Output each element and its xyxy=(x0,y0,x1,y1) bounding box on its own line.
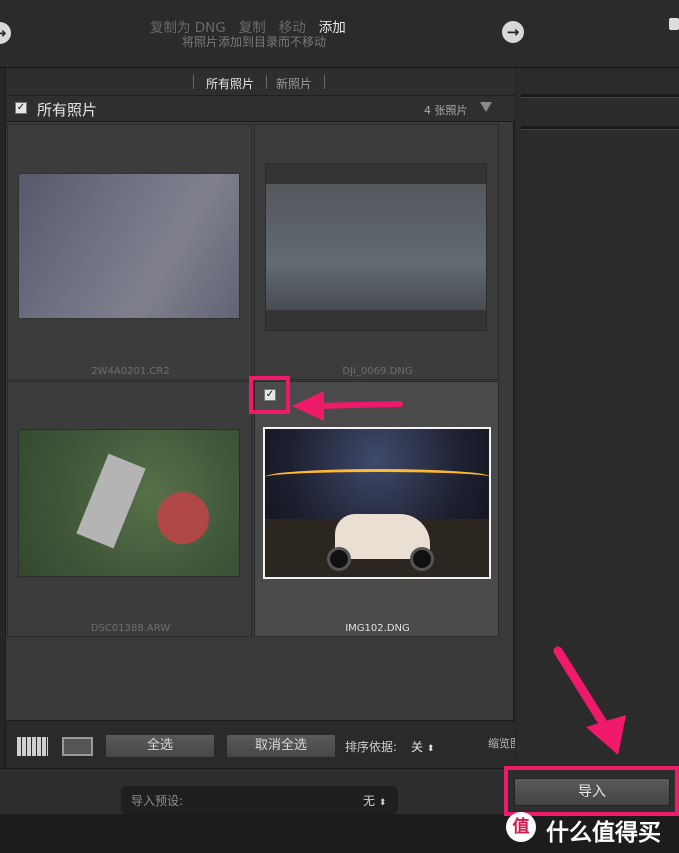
sort-chevron-icon: ⬍ xyxy=(426,744,435,754)
grid-title: 所有照片 xyxy=(37,101,98,119)
grid-header: ✓ 所有照片 4 张照片 xyxy=(6,96,515,122)
photo-cell[interactable]: 2W4A0201.CR2 xyxy=(7,124,252,380)
select-all-button[interactable]: 全选 xyxy=(105,734,215,758)
import-preset-selector[interactable]: 导入预设: 无 ⬍ xyxy=(121,786,398,814)
photo-filename: DJI_0069.DNG xyxy=(342,366,413,377)
tab-new-photos[interactable]: 新照片 xyxy=(276,75,312,92)
panel-divider xyxy=(521,94,679,98)
sort-label: 排序依据: xyxy=(345,740,398,754)
nav-forward-arrow-icon[interactable]: → xyxy=(502,21,524,43)
photo-thumbnail xyxy=(18,173,240,319)
grid-view-icon[interactable] xyxy=(17,737,48,756)
photo-cell[interactable]: DSC01388.ARW xyxy=(7,381,252,637)
tab-all-photos[interactable]: 所有照片 xyxy=(206,75,254,92)
photo-grid-panel: 所有照片 新照片 ✓ 所有照片 4 张照片 2W4A0201.CR2 DJI_0… xyxy=(5,68,515,768)
scooter-wheel xyxy=(327,547,351,571)
preset-value: 无 xyxy=(363,794,376,808)
sort-value: 关 xyxy=(411,740,424,754)
loupe-view-icon[interactable] xyxy=(62,737,93,756)
top-bar: → 复制为 DNG复制移动添加 将照片添加到目录而不移动 → xyxy=(0,0,679,68)
photo-count: 4 张照片 xyxy=(424,104,468,117)
deselect-all-button[interactable]: 取消全选 xyxy=(226,734,336,758)
tab-divider xyxy=(324,75,325,89)
photo-filename: DSC01388.ARW xyxy=(90,623,171,634)
photo-thumbnail xyxy=(263,427,491,579)
card-in-photo xyxy=(76,453,146,549)
thumbnail-size-label: 缩览图 xyxy=(488,737,515,750)
preset-label: 导入预设: xyxy=(131,794,184,808)
mode-description: 将照片添加到目录而不移动 xyxy=(182,35,327,49)
import-highlight-box xyxy=(504,766,679,816)
select-all-checkbox[interactable]: ✓ xyxy=(15,102,27,114)
nav-back-arrow-icon[interactable]: → xyxy=(0,22,11,44)
preset-chevron-icon: ⬍ xyxy=(378,798,387,808)
photo-filename: 2W4A0201.CR2 xyxy=(91,366,170,377)
photo-cell[interactable]: DJI_0069.DNG xyxy=(254,124,499,380)
import-mode-selector: 复制为 DNG 复制 移动 添加 xyxy=(150,16,450,36)
watermark-badge: 值 xyxy=(506,812,536,842)
panel-divider xyxy=(521,126,679,130)
photo-thumbnail xyxy=(18,429,240,577)
tab-divider xyxy=(266,75,267,89)
grid-toolbar: 全选 取消全选 排序依据: 关 ⬍ 缩览图 xyxy=(6,720,515,768)
light-trail xyxy=(265,469,489,485)
panel-toggle-icon[interactable] xyxy=(669,18,679,30)
preset-value-group: 无 ⬍ xyxy=(363,792,386,809)
scooter-wheel xyxy=(410,547,434,571)
sort-dropdown[interactable]: 关 ⬍ xyxy=(411,738,434,755)
pointer-arrow-icon xyxy=(292,391,403,421)
tab-divider xyxy=(193,75,194,89)
watermark-text: 什么值得买 xyxy=(546,820,661,846)
photo-thumbnail xyxy=(265,163,487,331)
watermark-logo: 值 什么值得买 xyxy=(506,812,679,846)
pointer-arrow-icon xyxy=(553,646,626,755)
grid-filter-tabs: 所有照片 新照片 xyxy=(6,68,515,96)
logo-in-photo xyxy=(157,492,209,544)
photo-filename: IMG102.DNG xyxy=(345,623,410,634)
checkbox-highlight-box xyxy=(249,376,290,414)
collapse-triangle-icon[interactable] xyxy=(480,102,492,112)
